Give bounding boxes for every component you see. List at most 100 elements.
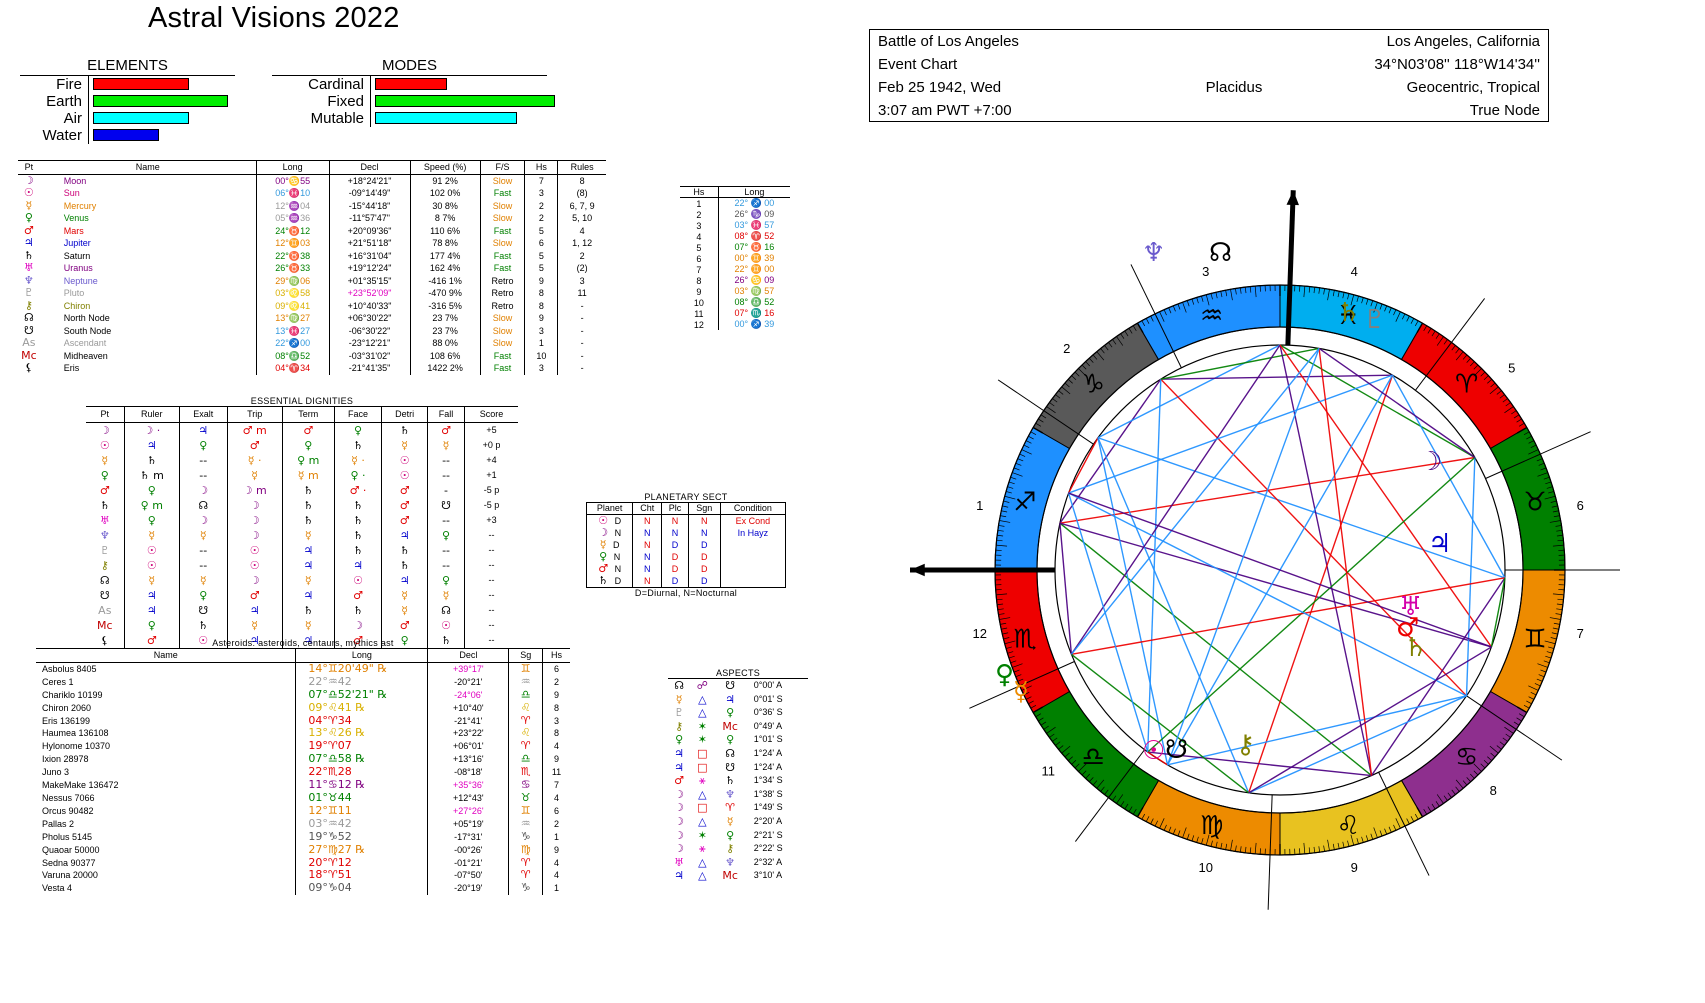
table-row[interactable]: Eris 136199 04°♈34 -21°41' ♈ 3 (36, 714, 570, 728)
aspect-line (1059, 522, 1492, 648)
table-row[interactable]: ☽ ☽ · ♃ ♂ m ♂ ♀ ♄ ♂ +5 (86, 422, 518, 438)
table-row[interactable]: 11 07° ♏ 16 (680, 308, 790, 319)
table-cell: 2 (557, 249, 606, 262)
table-row[interactable]: ☿ Mercury 12°♒04 -15°44'18" 30 8% Slow 2 6, 7, … (18, 199, 606, 212)
table-row[interactable]: Vesta 4 09°♑04 -20°19' ♑ 1 (36, 881, 570, 896)
table-row[interactable]: ☿ ♄ -- ☿ · ♀ m ☿ · ☉ -- +4 (86, 453, 518, 468)
table-row[interactable]: ♂ Mars 24°♉12 +20°09'36" 110 6% Fast 5 4 (18, 224, 606, 237)
table-row[interactable]: 3 03° ♓ 57 (680, 220, 790, 231)
table-row[interactable]: ☋ ♃ ♀ ♂ ♃ ♂ ☿ ☿ -- (86, 588, 518, 603)
table-row[interactable]: ♀ ✶ ♀ 1°01' S (668, 733, 808, 747)
table-row[interactable]: ♇ ☉ -- ☉ ♃ ♄ ♄ -- -- (86, 543, 518, 558)
table-cell: ♃ (123, 603, 180, 618)
table-row[interactable]: 12 00° ♐ 39 (680, 319, 790, 330)
table-row[interactable]: Orcus 90482 12°♊11 +27°26' ♊ 6 (36, 804, 570, 818)
table-row[interactable]: ♇ Pluto 03°♌58 +23°52'09" -470 9% Retro 8 11 (18, 286, 606, 300)
table-row[interactable]: Quaoar 50000 27°♍27 ℞ -00°26' ♍ 9 (36, 843, 570, 857)
table-row[interactable]: ☿ △ ♃ 0°01' S (668, 693, 808, 707)
table-row[interactable]: ♄ Saturn 22°♉38 +16°31'04" 177 4% Fast 5 2 (18, 249, 606, 262)
table-row[interactable]: Haumea 136108 13°♌26 ℞ +23°22' ♌ 8 (36, 727, 570, 741)
table-row[interactable]: ⚷ Chiron 09°♌41 +10°40'33" -316 5% Retro 8- (18, 299, 606, 312)
wheel-glyph-chiron: ⚷ (1236, 730, 1256, 760)
table-cell: 4 (541, 740, 570, 754)
table-cell: ♀ (426, 528, 465, 543)
table-row[interactable]: ♀ Venus 05°♒36 -11°57'47" 8 7% Slow 2 5, 10 (18, 211, 606, 225)
table-cell: -00°26' (427, 843, 509, 857)
table-row[interactable]: MakeMake 136472 11°♋12 ℞ +35°36' ♋ 7 (36, 778, 570, 792)
table-cell: Mc (722, 869, 738, 883)
table-row[interactable]: Sedna 90377 20°♈12 -01°21' ♈ 4 (36, 856, 570, 870)
table-row[interactable]: Ixion 28978 07°♎58 ℞ +13°16' ♎ 9 (36, 752, 570, 767)
table-row[interactable]: ☿ DNDD (587, 539, 786, 551)
table-row[interactable]: Nessus 7066 01°♉44 +12°43' ♉ 4 (36, 791, 570, 805)
table-row[interactable]: Varuna 20000 18°♈51 -07°50' ♈ 4 (36, 869, 570, 883)
table-row[interactable]: As Ascendant 22°♐00 -23°12'21" 88 0% Slow 1- (18, 336, 606, 350)
table-row[interactable]: ♅ △ ♆ 2°32' A (668, 856, 808, 870)
table-row[interactable]: As ♃ ☋ ♃ ♄ ♄ ☿ ☊ -- (86, 603, 518, 618)
table-row[interactable]: 1 22° ♐ 00 (680, 197, 790, 209)
table-row[interactable]: Hylonome 10370 19°♈07 +06°01' ♈ 4 (36, 739, 570, 754)
table-row[interactable]: 7 22° ♊ 00 (680, 264, 790, 275)
table-row[interactable]: ☽ ⚹ ⚷ 2°22' S (668, 842, 808, 856)
table-row[interactable]: Mc Midheaven 08°♎52 -03°31'02" 108 6% Fast 10- (18, 349, 606, 362)
table-row[interactable]: Juno 3 22°♏28 -08°18' ♏ 11 (36, 765, 570, 780)
table-cell: ☉ (226, 558, 283, 573)
table-cell: 6 (541, 804, 570, 818)
table-row[interactable]: ♇ △ ♀ 0°36' S (668, 706, 808, 720)
table-row[interactable]: 2 26° ♑ 09 (680, 209, 790, 220)
table-row[interactable]: ⚷ ☉ -- ☉ ♃ ♃ ♄ -- -- (86, 558, 518, 573)
table-row[interactable]: ☽ ✶ ♀ 2°21' S (668, 829, 808, 843)
table-cell: 5, 10 (557, 212, 606, 225)
table-row[interactable]: ♂ NNDD (587, 563, 786, 575)
table-row[interactable]: ⚷ ✶ Mc 0°49' A (668, 720, 808, 734)
table-row[interactable]: ♂ ⚹ ♄ 1°34' S (668, 774, 808, 788)
table-cell: D (687, 539, 721, 551)
table-row[interactable]: Chariklo 10199 07°♎52'21" ℞ -24°06' ♎ 9 (36, 688, 570, 702)
table-cell: ☿ (381, 603, 428, 618)
table-row[interactable]: ☽ Moon 00°♋55 +18°24'21" 91 2% Slow 7 8 (18, 174, 606, 187)
table-row[interactable]: ⚸ Eris 04°♈34 -21°41'35" 1422 2% Fast 3- (18, 361, 606, 375)
table-row[interactable]: ☉ D N N N Ex Cond (587, 514, 786, 527)
table-row[interactable]: ♅ Uranus 26°♉33 +19°12'24" 162 4% Fast 5 (2) (18, 261, 606, 275)
table-row[interactable]: ♃ □ ☊ 1°24' A (668, 747, 808, 761)
table-cell: 12°♊03 (255, 237, 330, 250)
table-row[interactable]: 9 03° ♍ 57 (680, 286, 790, 297)
table-row[interactable]: ♅ ♀ ☽ ☽ ♄ ♄ ♂ -- +3 (86, 513, 518, 528)
table-cell: Slow (479, 199, 525, 212)
table-row[interactable]: ♆ ☿ ☿ ☽ ☿ ♄ ♃ ♀ -- (86, 528, 518, 543)
table-cell: ⚸ (24, 361, 33, 374)
table-cell: ♒ (508, 817, 543, 831)
table-cell: ♊ (508, 804, 543, 818)
table-row[interactable]: ☋ South Node 13°♓27 -06°30'22" 23 7% Slow 3- (18, 324, 606, 337)
table-row[interactable]: Pallas 2 03°♒42 +05°19' ♒ 2 (36, 817, 570, 831)
table-row[interactable]: 5 07° ♉ 16 (680, 242, 790, 253)
table-row[interactable]: ♃ Jupiter 12°♊03 +21°51'18" 78 8% Slow 6 1, 12 (18, 236, 606, 250)
table-row[interactable]: Chiron 2060 09°♌41 ℞ +10°40' ♌ 8 (36, 701, 570, 715)
table-row[interactable]: 4 08° ♈ 52 (680, 231, 790, 242)
table-row[interactable]: ☉ Sun 06°♓10 -09°14'49" 102 0% Fast 3 (8) (18, 186, 606, 200)
table-row[interactable]: 6 00° ♊ 39 (680, 253, 790, 264)
table-row[interactable]: ☽ N N N N In Hayz (587, 527, 786, 539)
table-row[interactable]: Mc ♀ ♄ ☿ ☿ ☽ ♂ ☉ -- (86, 618, 518, 633)
table-row[interactable]: ♄ DNDD (587, 575, 786, 588)
table-row[interactable]: ♃ □ ☋ 1°24' A (668, 761, 808, 775)
table-row[interactable]: ♂ ♀ ☽ ☽ m ♄ ♂ · ♂ - -5 p (86, 483, 518, 498)
table-row[interactable]: ♀ ♄ m -- ☿ ☿ m ♀ · ☉ -- +1 (86, 468, 518, 483)
table-row[interactable]: Pholus 5145 19°♑52 -17°31' ♑ 1 (36, 830, 570, 844)
table-row[interactable]: ☽ □ ♈ 1°49' S (668, 801, 808, 815)
table-cell: ♂ · (333, 483, 382, 498)
table-row[interactable]: ☉ ♃ ♀ ♂ ♀ ♄ ☿ ☿ +0 p (86, 438, 518, 453)
table-row[interactable]: ☽ △ ♆ 1°38' S (668, 788, 808, 802)
table-row[interactable]: Ceres 1 22°♒42 -20°21' ♒ 2 (36, 675, 570, 689)
table-row[interactable]: 8 26° ♋ 09 (680, 275, 790, 286)
table-row[interactable]: ♃ △ Mc 3°10' A (668, 869, 808, 883)
table-row[interactable]: 10 08° ♎ 52 (680, 297, 790, 308)
table-row[interactable]: ♄ ♀ m ☊ ☽ ♄ ♄ ♂ ☋ -5 p (86, 498, 518, 513)
table-row[interactable]: ☊ ☿ ☿ ☽ ☿ ☉ ♃ ♀ -- (86, 573, 518, 588)
table-row[interactable]: ☊ ☍ ☋ 0°00' A (668, 679, 808, 693)
table-row[interactable]: ♀ NNDD (587, 551, 786, 563)
table-row[interactable]: ☽ △ ☿ 2°20' A (668, 815, 808, 829)
table-row[interactable]: ♆ Neptune 29°♍06 +01°35'15" -416 1% Retro 9 3 (18, 274, 606, 287)
table-row[interactable]: Asbolus 8405 14°♊20'49" ℞ +39°17' ♊ 6 (36, 662, 570, 676)
table-row[interactable]: ☊ North Node 13°♍27 +06°30'22" 23 7% Slow 9- (18, 311, 606, 325)
